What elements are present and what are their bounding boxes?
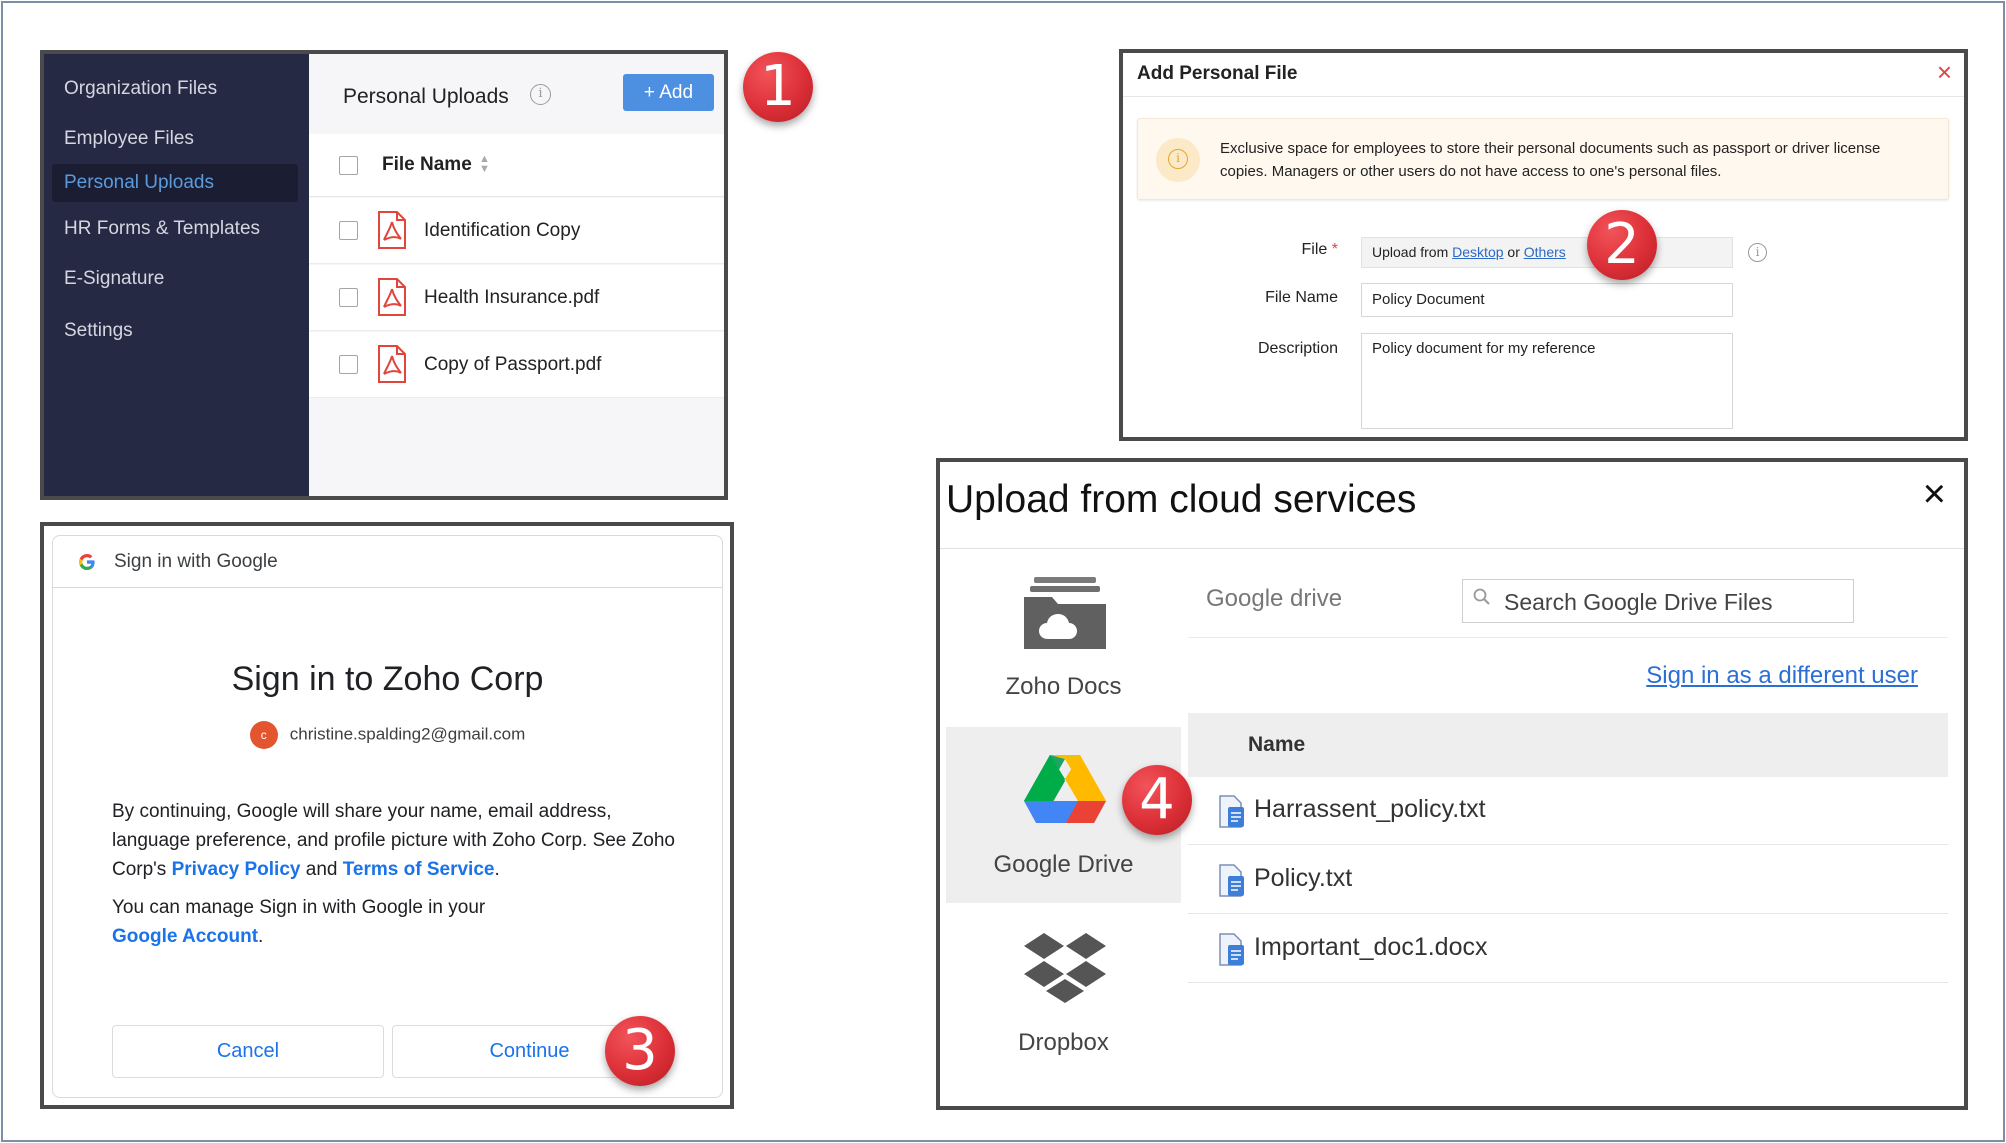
sidebar-item-employee-files[interactable]: Employee Files <box>64 128 194 150</box>
divider <box>1188 637 1948 638</box>
google-account-link[interactable]: Google Account <box>112 926 258 947</box>
file-name: Policy.txt <box>1254 864 1353 892</box>
pdf-file-icon <box>378 211 406 249</box>
step-badge-4: 4 <box>1122 765 1192 835</box>
upload-others-link[interactable]: Others <box>1524 244 1566 260</box>
sidebar-item-personal-uploads[interactable]: Personal Uploads <box>52 164 298 202</box>
row-checkbox[interactable] <box>339 288 358 307</box>
sidebar-item-organization-files[interactable]: Organization Files <box>64 78 217 100</box>
list-item[interactable]: Important_doc1.docx <box>1188 915 1948 983</box>
file-name-column-header[interactable]: File Name <box>382 154 472 176</box>
sidebar: Organization Files Employee Files Person… <box>44 54 309 496</box>
dialog-title: Add Personal File <box>1137 63 1298 84</box>
notice-text: Exclusive space for employees to store t… <box>1220 140 1881 180</box>
folder-cloud-icon <box>1024 577 1106 649</box>
service-label: Google Drive <box>993 851 1134 878</box>
upload-prefix: Upload from <box>1372 244 1449 260</box>
file-name[interactable]: Identification Copy <box>424 220 580 242</box>
service-dropbox[interactable]: Dropbox <box>946 905 1181 1081</box>
privacy-policy-link[interactable]: Privacy Policy <box>172 859 301 880</box>
pdf-file-icon <box>378 278 406 316</box>
dialog-title: Upload from cloud services <box>946 478 1417 521</box>
name-column-header[interactable]: Name <box>1188 713 1948 777</box>
google-drive-icon <box>1024 755 1106 823</box>
signin-header-text: Sign in with Google <box>114 551 278 572</box>
cloud-upload-dialog: Upload from cloud services × Zoho Docs G… <box>936 458 1968 1110</box>
signin-header: Sign in with Google <box>53 536 722 588</box>
google-signin-card: Sign in with Google Sign in to Zoho Corp… <box>52 535 723 1098</box>
sidebar-item-hr-forms[interactable]: HR Forms & Templates <box>64 218 260 240</box>
file-list-area: Personal Uploads i + Add File Name ▲ ▼ Id… <box>309 54 724 496</box>
service-label: Zoho Docs <box>1005 673 1122 700</box>
row-checkbox[interactable] <box>339 221 358 240</box>
file-name[interactable]: Health Insurance.pdf <box>424 287 599 309</box>
source-label: Google drive <box>1206 585 1343 612</box>
consent-text: By continuing, Google will share your na… <box>112 801 675 880</box>
close-icon[interactable]: × <box>1923 472 1946 517</box>
step-badge-2: 2 <box>1587 210 1657 280</box>
info-icon[interactable]: i <box>530 84 551 105</box>
sign-in-different-user-link[interactable]: Sign in as a different user <box>1646 662 1918 690</box>
file-upload-field: Upload from Desktop or Others <box>1361 237 1733 268</box>
list-item[interactable]: Harrassent_policy.txt <box>1188 777 1948 845</box>
privacy-notice: i Exclusive space for employees to store… <box>1137 118 1949 200</box>
service-zoho-docs[interactable]: Zoho Docs <box>946 549 1181 725</box>
search-icon <box>1473 588 1490 605</box>
add-file-button[interactable]: + Add <box>623 74 714 111</box>
required-mark: * <box>1331 241 1338 258</box>
document-file-icon <box>1219 795 1244 828</box>
description-textarea[interactable]: Policy document for my reference <box>1361 333 1733 429</box>
sidebar-item-settings[interactable]: Settings <box>64 320 133 342</box>
document-file-icon <box>1219 933 1244 966</box>
table-row[interactable]: Health Insurance.pdf <box>309 265 724 331</box>
page-title: Personal Uploads <box>343 85 509 108</box>
account-email: christine.spalding2@gmail.com <box>289 724 526 744</box>
table-header: File Name ▲ ▼ <box>309 134 724 197</box>
list-item[interactable]: Policy.txt <box>1188 846 1948 914</box>
sort-icon[interactable]: ▲ ▼ <box>479 154 490 175</box>
step-badge-3: 3 <box>605 1016 675 1086</box>
dialog-header: Add Personal File × <box>1123 53 1964 97</box>
search-placeholder: Search Google Drive Files <box>1504 589 1773 615</box>
upload-desktop-link[interactable]: Desktop <box>1452 244 1503 260</box>
avatar: c <box>249 721 278 749</box>
step-badge-1: 1 <box>743 52 813 122</box>
google-logo-icon <box>79 554 95 570</box>
file-name-input[interactable]: Policy Document <box>1361 283 1733 317</box>
info-icon[interactable]: i <box>1748 243 1767 262</box>
table-row[interactable]: Copy of Passport.pdf <box>309 332 724 398</box>
or-text: or <box>1507 244 1520 260</box>
document-file-icon <box>1219 864 1244 897</box>
table-row[interactable]: Identification Copy <box>309 198 724 264</box>
manage-text: You can manage Sign in with Google in yo… <box>112 897 486 947</box>
add-personal-file-dialog: Add Personal File × i Exclusive space fo… <box>1119 49 1968 441</box>
service-label: Dropbox <box>1018 1029 1109 1056</box>
personal-uploads-panel: Organization Files Employee Files Person… <box>40 50 728 500</box>
file-label: File * <box>1301 241 1338 258</box>
file-name[interactable]: Copy of Passport.pdf <box>424 354 601 376</box>
dropbox-icon <box>1024 933 1106 1003</box>
pdf-file-icon <box>378 345 406 383</box>
file-name-label: File Name <box>1265 289 1338 306</box>
close-icon[interactable]: × <box>1937 57 1952 88</box>
cancel-button[interactable]: Cancel <box>112 1025 384 1078</box>
drive-browser: Google drive Search Google Drive Files S… <box>1188 549 1948 1106</box>
file-name: Harrassent_policy.txt <box>1254 795 1486 823</box>
terms-of-service-link[interactable]: Terms of Service <box>343 859 495 880</box>
warning-info-icon: i <box>1156 138 1200 182</box>
row-checkbox[interactable] <box>339 355 358 374</box>
signin-title: Sign in to Zoho Corp <box>231 660 544 698</box>
select-all-checkbox[interactable] <box>339 156 358 175</box>
description-label: Description <box>1257 340 1338 357</box>
file-name: Important_doc1.docx <box>1254 933 1488 961</box>
sidebar-item-e-signature[interactable]: E-Signature <box>64 268 164 290</box>
search-input[interactable]: Search Google Drive Files <box>1462 579 1854 623</box>
account-chip[interactable]: c christine.spalding2@gmail.com <box>53 721 722 749</box>
